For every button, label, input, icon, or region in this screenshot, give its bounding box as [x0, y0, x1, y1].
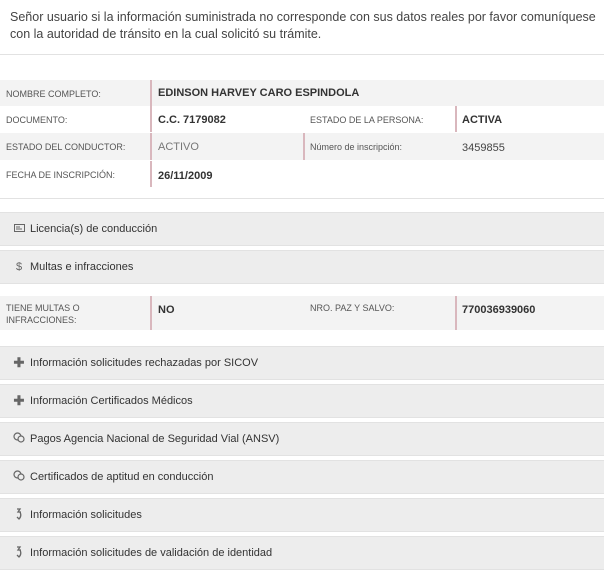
fecha-value: 26/11/2009 — [158, 170, 213, 182]
value-bar — [150, 296, 152, 330]
value-bar — [150, 161, 152, 187]
coins-icon — [12, 432, 26, 446]
row-documento: DOCUMENTO: C.C. 7179082 ESTADO DE LA PER… — [0, 106, 604, 132]
value-bar — [303, 133, 305, 160]
value-bar — [150, 133, 152, 160]
documento-value: C.C. 7179082 — [158, 114, 226, 126]
nombre-value: EDINSON HARVEY CARO ESPINDOLA — [158, 87, 360, 99]
section-medicos[interactable]: ✚ Información Certificados Médicos — [0, 384, 604, 418]
estado-persona-label: ESTADO DE LA PERSONA: — [310, 115, 424, 125]
value-bar — [455, 296, 457, 330]
fecha-label: FECHA DE INSCRIPCIÓN: — [6, 170, 116, 180]
section-licencias-label: Licencia(s) de conducción — [30, 223, 158, 235]
tiene-multas-value: NO — [158, 304, 175, 316]
value-bar — [150, 80, 152, 106]
estado-conductor-value: ACTIVO — [158, 141, 199, 153]
section-rechazadas-label: Información solicitudes rechazadas por S… — [30, 357, 259, 369]
plus-icon: ✚ — [13, 393, 25, 408]
row-estado-conductor: ESTADO DEL CONDUCTOR: ACTIVO Número de i… — [0, 133, 604, 160]
section-validacion-label: Información solicitudes de validación de… — [30, 547, 273, 559]
row-nombre: NOMBRE COMPLETO: EDINSON HARVEY CARO ESP… — [0, 80, 604, 106]
nombre-label: NOMBRE COMPLETO: — [6, 89, 101, 99]
section-aptitud-label: Certificados de aptitud en conducción — [30, 471, 214, 483]
section-multas-label: Multas e infracciones — [30, 261, 134, 273]
hook-arrow-icon — [12, 508, 26, 522]
section-solicitudes[interactable]: Información solicitudes — [0, 498, 604, 532]
value-bar — [455, 106, 457, 132]
row-multas: TIENE MULTAS O INFRACCIONES: NO NRO. PAZ… — [0, 296, 604, 330]
section-medicos-label: Información Certificados Médicos — [30, 395, 193, 407]
section-ansv-label: Pagos Agencia Nacional de Seguridad Vial… — [30, 433, 280, 445]
section-ansv[interactable]: Pagos Agencia Nacional de Seguridad Vial… — [0, 422, 604, 456]
divider — [0, 54, 604, 55]
row-fecha: FECHA DE INSCRIPCIÓN: 26/11/2009 — [0, 161, 604, 187]
dollar-icon: $ — [15, 261, 23, 273]
hook-arrow-icon — [12, 546, 26, 560]
paz-salvo-value: 770036939060 — [462, 304, 536, 316]
coins-icon — [12, 470, 26, 484]
section-licencias[interactable]: Licencia(s) de conducción — [0, 212, 604, 246]
notice-text: Señor usuario si la información suminist… — [10, 10, 596, 41]
plus-icon: ✚ — [13, 355, 25, 370]
section-validacion[interactable]: Información solicitudes de validación de… — [0, 536, 604, 570]
section-aptitud[interactable]: Certificados de aptitud en conducción — [0, 460, 604, 494]
estado-conductor-label: ESTADO DEL CONDUCTOR: — [6, 142, 126, 152]
inscripcion-num-value: 3459855 — [462, 142, 505, 154]
tiene-multas-label: TIENE MULTAS O INFRACCIONES: — [6, 303, 80, 325]
section-solicitudes-label: Información solicitudes — [30, 509, 142, 521]
paz-salvo-label: NRO. PAZ Y SALVO: — [310, 303, 395, 313]
divider — [0, 198, 604, 199]
documento-label: DOCUMENTO: — [6, 115, 68, 125]
inscripcion-num-label: Número de inscripción: — [310, 142, 403, 152]
id-card-icon — [12, 222, 26, 236]
section-rechazadas[interactable]: ✚ Información solicitudes rechazadas por… — [0, 346, 604, 380]
value-bar — [150, 106, 152, 132]
estado-persona-value: ACTIVA — [462, 114, 503, 126]
section-multas[interactable]: $ Multas e infracciones — [0, 250, 604, 284]
